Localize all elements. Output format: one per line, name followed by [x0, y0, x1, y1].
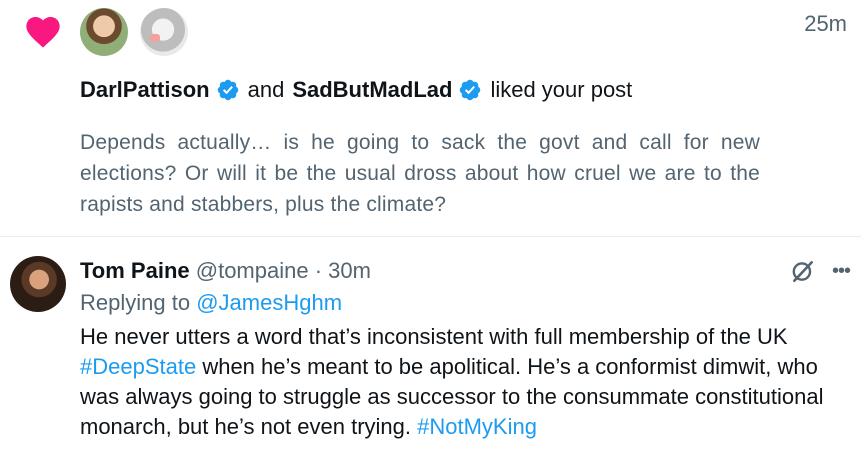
tweet-header: Tom Paine @tompaine · 30m — [80, 257, 371, 285]
liked-by-line: DarlPattison and SadButMadLad liked your… — [80, 76, 632, 104]
avatar-darlpattison[interactable] — [80, 8, 128, 56]
heart-icon — [26, 17, 60, 48]
tweet-text: He never utters a word that’s inconsiste… — [80, 322, 850, 442]
verified-badge-icon — [460, 79, 481, 101]
liker-name-2[interactable]: SadButMadLad — [292, 76, 452, 104]
hashtag-notmyking[interactable]: #NotMyKing — [417, 414, 537, 439]
liker-joiner: and — [247, 77, 285, 102]
header-separator: · — [314, 258, 323, 283]
author-name[interactable]: Tom Paine — [80, 258, 190, 283]
divider — [0, 236, 861, 237]
replying-to-line: Replying to @JamesHghm — [80, 289, 342, 317]
replying-to-link[interactable]: @JamesHghm — [196, 290, 342, 315]
avatar-tompaine[interactable] — [10, 256, 66, 312]
liked-post-text[interactable]: Depends actually… is he going to sack th… — [80, 127, 760, 220]
replying-prefix: Replying to — [80, 290, 191, 315]
notification-time: 25m — [804, 11, 847, 36]
grok-icon[interactable] — [790, 258, 816, 284]
verified-badge-icon — [217, 79, 238, 101]
author-handle[interactable]: @tompaine — [196, 258, 309, 283]
hashtag-deepstate[interactable]: #DeepState — [80, 354, 196, 379]
tweet-text-part-1: He never utters a word that’s inconsiste… — [80, 324, 788, 349]
liker-name-1[interactable]: DarlPattison — [80, 76, 210, 104]
liked-action: liked your post — [490, 77, 633, 102]
more-icon[interactable]: ••• — [828, 258, 854, 284]
avatar-sadbutmadlad[interactable] — [140, 8, 188, 56]
tweet-time[interactable]: 30m — [328, 258, 371, 283]
